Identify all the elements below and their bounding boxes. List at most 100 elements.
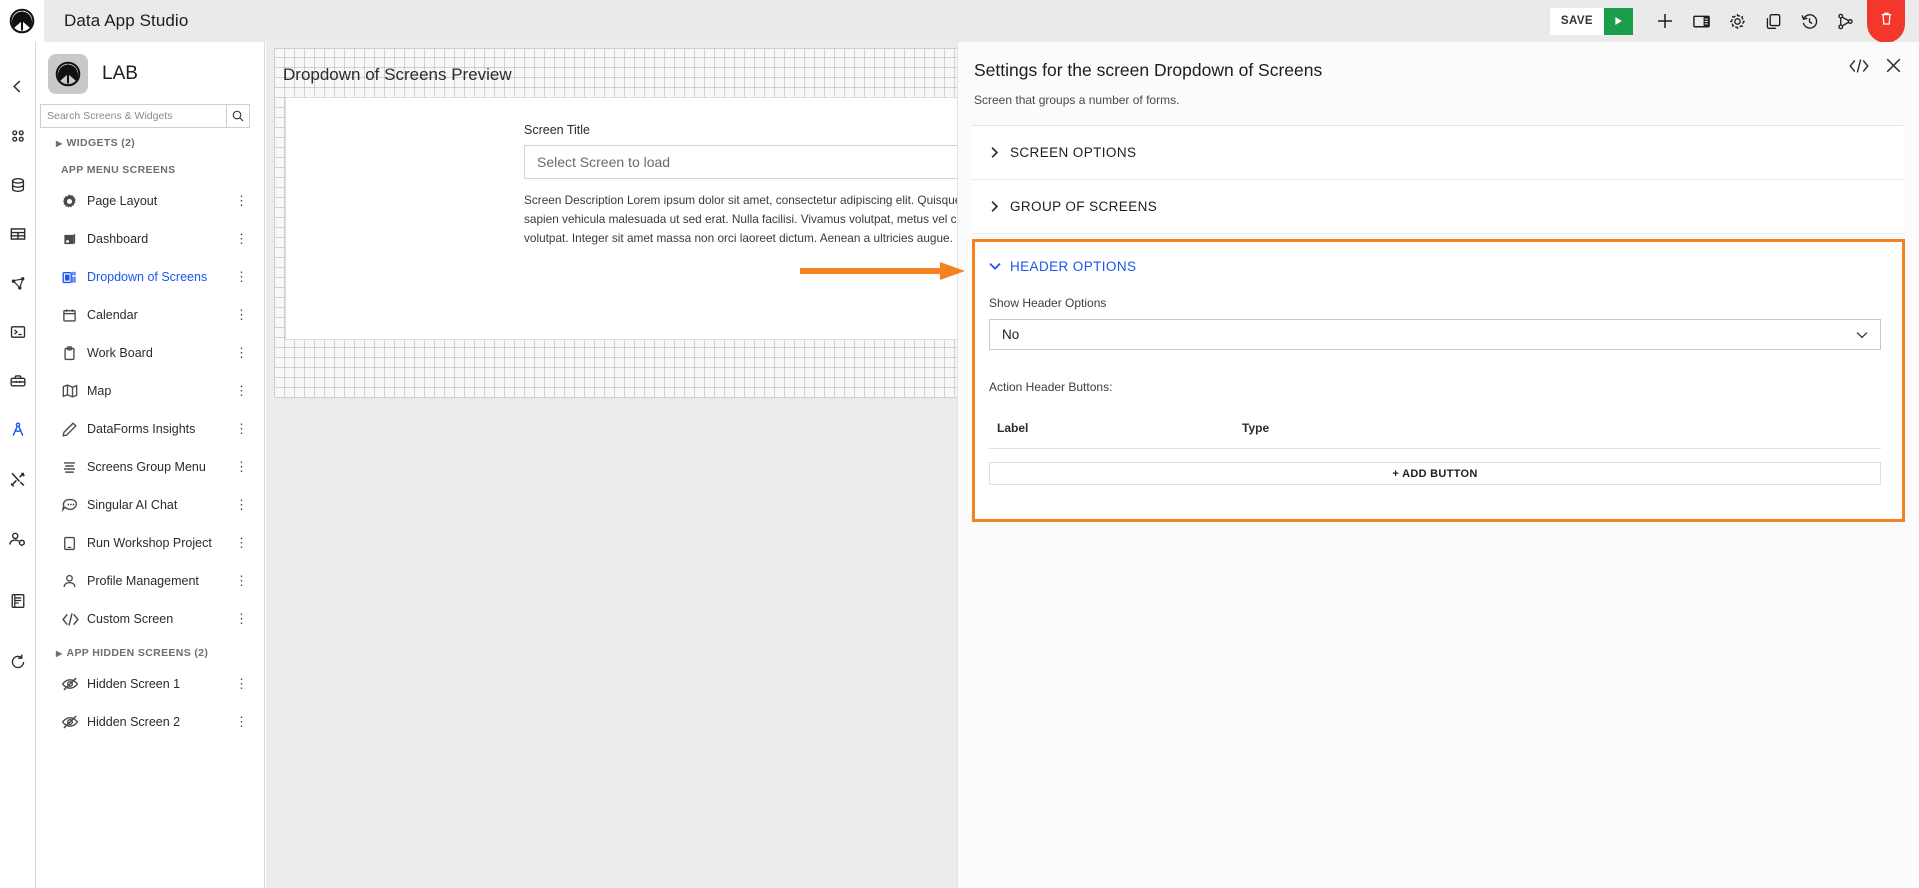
run-button[interactable] [1604,7,1633,35]
show-header-options-select[interactable]: No [989,319,1881,350]
sidebar-item-work-board[interactable]: Work Board ⋮ [36,334,264,372]
row-menu-button[interactable]: ⋮ [235,334,248,372]
action-buttons-table: Label Type + ADD BUTTON [989,421,1881,485]
terminal-icon [10,325,25,338]
sidebar-item-calendar[interactable]: Calendar ⋮ [36,296,264,334]
rail-item-docs[interactable] [0,576,36,625]
app-logo[interactable] [0,0,44,42]
sidebar-item-profile-management[interactable]: Profile Management ⋮ [36,562,264,600]
compass-icon [11,421,24,436]
close-icon[interactable] [1884,56,1903,75]
row-menu-button[interactable]: ⋮ [235,220,248,258]
sidebar-item-hidden-screen-2[interactable]: Hidden Screen 2 ⋮ [36,703,264,741]
add-button[interactable]: + ADD BUTTON [989,462,1881,485]
layout-button[interactable] [1683,0,1719,42]
row-menu-button[interactable]: ⋮ [235,703,248,741]
sidebar-item-map[interactable]: Map ⋮ [36,372,264,410]
row-menu-button[interactable]: ⋮ [235,258,248,296]
sidebar-item-label: Dashboard [87,232,149,246]
row-menu-button[interactable]: ⋮ [235,372,248,410]
rail-item-studio[interactable] [0,405,36,454]
save-group: SAVE [1549,7,1633,35]
calendar-icon [61,307,83,324]
map-icon [61,382,83,400]
user-settings-icon [9,532,25,546]
tools-icon [10,471,25,487]
sidebar-item-dataforms-insights[interactable]: DataForms Insights ⋮ [36,410,264,448]
sidebar-item-label: Hidden Screen 1 [87,677,181,691]
sidebar-item-run-workshop-project[interactable]: Run Workshop Project ⋮ [36,524,264,562]
accordion-group-of-screens[interactable]: GROUP OF SCREENS [972,180,1905,234]
topbar-actions: SAVE [1549,0,1919,43]
row-menu-button[interactable]: ⋮ [235,524,248,562]
settings-header-actions [1848,56,1903,75]
settings-button[interactable] [1719,0,1755,42]
copy-button[interactable] [1755,0,1791,42]
accordion-header-options-toggle[interactable]: HEADER OPTIONS [975,242,1902,290]
row-menu-button[interactable]: ⋮ [235,486,248,524]
tablet-icon [61,535,83,552]
rail-item-apps[interactable] [0,111,36,160]
row-menu-button[interactable]: ⋮ [235,665,248,703]
show-header-options-label: Show Header Options [989,296,1107,310]
eye-off-icon [61,713,83,731]
eye-off-icon [61,675,83,693]
row-menu-button[interactable]: ⋮ [235,296,248,334]
trash-icon [1881,12,1891,25]
sidebar-item-custom-screen[interactable]: Custom Screen ⋮ [36,600,264,638]
copy-icon [1766,13,1780,29]
chevron-down-icon [1856,327,1868,342]
history-button[interactable] [1791,0,1827,42]
sidebar-item-screens-group-menu[interactable]: Screens Group Menu ⋮ [36,448,264,486]
rail-item-tables[interactable] [0,209,36,258]
gear-burst-icon [61,193,83,210]
rail-item-toolbox[interactable] [0,356,36,405]
header-options-body: Show Header Options No Action Header But… [975,290,1902,485]
rail-item-tools[interactable] [0,454,36,503]
search-button[interactable] [226,104,250,128]
brand-mark-icon [9,8,35,34]
row-menu-button[interactable]: ⋮ [235,600,248,638]
accordion-screen-options[interactable]: SCREEN OPTIONS [972,126,1905,180]
rail-item-database[interactable] [0,160,36,209]
rail-item-refresh[interactable] [0,637,36,686]
sidebar-item-dropdown-of-screens[interactable]: Dropdown of Screens ⋮ [36,258,264,296]
section-widgets[interactable]: ▶ WIDGETS (2) [36,128,264,155]
rail-item-terminal[interactable] [0,307,36,356]
screens-sidebar: LAB ▶ WIDGETS (2) APP MENU SCREENS Page … [36,42,265,888]
triangle-right-icon: ▶ [56,138,63,148]
add-button[interactable] [1647,0,1683,42]
sidebar-item-dashboard[interactable]: Dashboard ⋮ [36,220,264,258]
code-icon [61,610,83,629]
table-icon [10,227,25,240]
sidebar-item-singular-ai-chat[interactable]: Singular AI Chat ⋮ [36,486,264,524]
rail-collapse-button[interactable] [0,62,36,111]
row-menu-button[interactable]: ⋮ [235,410,248,448]
search-input[interactable] [40,104,226,128]
dashboard-icon [61,231,83,248]
branch-button[interactable] [1827,0,1863,42]
code-brackets-icon[interactable] [1848,57,1870,75]
row-menu-button[interactable]: ⋮ [235,448,248,486]
rail-item-users[interactable] [0,515,36,564]
accordion-header-options-label: HEADER OPTIONS [1010,258,1137,274]
delete-button[interactable] [1867,0,1905,43]
preview-title: Dropdown of Screens Preview [283,65,512,84]
column-header-type: Type [1242,421,1270,435]
row-menu-button[interactable]: ⋮ [235,182,248,220]
search-row [40,104,250,128]
panel-layout-icon [1692,15,1710,27]
gear-icon [1729,13,1745,29]
section-app-hidden-screens[interactable]: ▶ APP HIDDEN SCREENS (2) [36,638,264,665]
settings-accordion: SCREEN OPTIONS GROUP OF SCREENS HEADER O… [972,126,1905,522]
settings-panel: Settings for the screen Dropdown of Scre… [957,42,1919,888]
sidebar-item-hidden-screen-1[interactable]: Hidden Screen 1 ⋮ [36,665,264,703]
app-avatar[interactable] [48,54,88,94]
rail-item-network[interactable] [0,258,36,307]
sidebar-item-label: Custom Screen [87,612,174,626]
play-icon [1615,16,1622,26]
app-name: LAB [102,63,138,84]
row-menu-button[interactable]: ⋮ [235,562,248,600]
save-button[interactable]: SAVE [1549,7,1604,35]
sidebar-item-page-layout[interactable]: Page Layout ⋮ [36,182,264,220]
